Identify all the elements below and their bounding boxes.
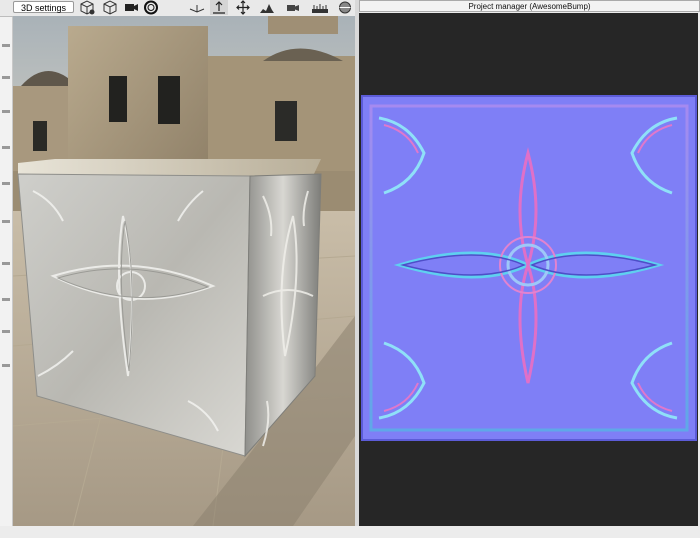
strip-handle-1[interactable]	[2, 44, 10, 47]
strip-handle-2[interactable]	[2, 76, 10, 79]
strip-handle-8[interactable]	[2, 298, 10, 301]
project-manager-title: Project manager (AwesomeBump)	[359, 0, 700, 12]
project-manager-panel	[359, 13, 698, 526]
cube-wireframe-icon[interactable]	[101, 0, 119, 15]
viewport-toolbar: 3D settings	[0, 0, 358, 17]
camera-small-icon[interactable]	[284, 0, 302, 15]
histogram-icon[interactable]	[258, 0, 276, 15]
strip-handle-9[interactable]	[2, 330, 10, 333]
ring-icon[interactable]	[142, 0, 160, 15]
arrow-up-icon[interactable]	[210, 0, 228, 15]
camera-icon[interactable]	[122, 0, 140, 15]
move-arrows-icon[interactable]	[234, 0, 252, 15]
normal-map-preview	[361, 95, 697, 441]
3d-settings-button[interactable]: 3D settings	[13, 1, 74, 13]
strip-handle-6[interactable]	[2, 220, 10, 223]
strip-handle-3[interactable]	[2, 110, 10, 113]
tilt-light-icon[interactable]	[188, 0, 206, 15]
cube-add-icon[interactable]	[78, 0, 96, 15]
left-tool-strip	[0, 16, 13, 526]
3d-scene-render	[13, 16, 355, 526]
ruler-icon[interactable]	[311, 0, 329, 15]
sphere-icon[interactable]	[336, 0, 354, 15]
strip-handle-4[interactable]	[2, 146, 10, 149]
3d-viewport[interactable]	[13, 16, 355, 526]
strip-handle-10[interactable]	[2, 364, 10, 367]
bottom-status-bar	[0, 526, 700, 538]
strip-handle-7[interactable]	[2, 262, 10, 265]
strip-handle-5[interactable]	[2, 182, 10, 185]
